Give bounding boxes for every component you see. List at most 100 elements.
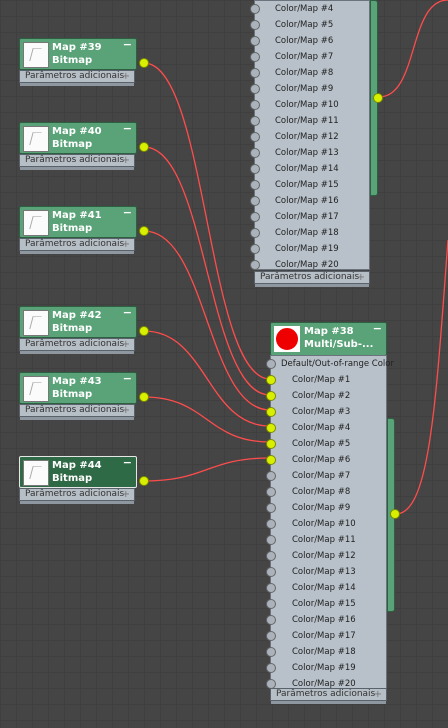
input-socket[interactable]: [250, 164, 260, 174]
additional-params-rollout[interactable]: Parâmetros adicionais +: [19, 488, 135, 504]
slot-row[interactable]: Color/Map #4: [250, 1, 369, 17]
multi-sub-map-node-partial[interactable]: Color/Map #4 Color/Map #5 Color/Map #6 Colo…: [250, 0, 384, 295]
minus-icon[interactable]: −: [123, 307, 132, 318]
slot-row[interactable]: Color/Map #13: [266, 564, 386, 580]
additional-params-rollout[interactable]: Parâmetros adicionais +: [19, 154, 135, 170]
output-socket[interactable]: [373, 93, 383, 103]
node-header[interactable]: Map #43 Bitmap −: [19, 372, 137, 404]
slot-row[interactable]: Color/Map #9: [250, 81, 369, 97]
slot-row[interactable]: Color/Map #18: [250, 225, 369, 241]
slot-row[interactable]: Color/Map #7: [266, 468, 386, 484]
input-socket[interactable]: [266, 503, 276, 513]
output-socket[interactable]: [139, 142, 149, 152]
input-socket[interactable]: [250, 52, 260, 62]
slot-row[interactable]: Color/Map #15: [266, 596, 386, 612]
minus-icon[interactable]: −: [123, 39, 132, 50]
input-socket[interactable]: [250, 212, 260, 222]
additional-params-rollout[interactable]: Parâmetros adicionais +: [19, 404, 135, 420]
input-socket[interactable]: [250, 68, 260, 78]
input-socket[interactable]: [266, 407, 276, 417]
slot-row[interactable]: Color/Map #8: [250, 65, 369, 81]
input-socket[interactable]: [266, 391, 276, 401]
input-socket[interactable]: [250, 20, 260, 30]
input-socket[interactable]: [266, 423, 276, 433]
output-socket[interactable]: [390, 509, 400, 519]
slot-row[interactable]: Color/Map #4: [266, 420, 386, 436]
bitmap-node[interactable]: Map #41 Bitmap − Parâmetros adicionais +: [19, 206, 149, 258]
input-socket[interactable]: [266, 471, 276, 481]
input-socket[interactable]: [266, 519, 276, 529]
slot-row[interactable]: Color/Map #6: [250, 33, 369, 49]
additional-params-rollout[interactable]: Parâmetros adicionais +: [19, 238, 135, 254]
output-socket[interactable]: [139, 326, 149, 336]
slot-row[interactable]: Color/Map #14: [250, 161, 369, 177]
plus-icon[interactable]: +: [122, 339, 130, 350]
slot-row[interactable]: Color/Map #3: [266, 404, 386, 420]
slot-row[interactable]: Color/Map #15: [250, 177, 369, 193]
input-socket[interactable]: [250, 132, 260, 142]
slot-row[interactable]: Color/Map #18: [266, 644, 386, 660]
minus-icon[interactable]: −: [123, 373, 132, 384]
input-socket[interactable]: [266, 455, 276, 465]
slot-row[interactable]: Color/Map #16: [266, 612, 386, 628]
node-header[interactable]: Map #40 Bitmap −: [19, 122, 137, 154]
bitmap-node[interactable]: Map #42 Bitmap − Parâmetros adicionais +: [19, 306, 149, 358]
slot-row[interactable]: Color/Map #5: [266, 436, 386, 452]
input-socket[interactable]: [250, 116, 260, 126]
input-socket[interactable]: [250, 36, 260, 46]
output-socket[interactable]: [139, 58, 149, 68]
node-header[interactable]: Map #41 Bitmap −: [19, 206, 137, 238]
slot-row[interactable]: Color/Map #9: [266, 500, 386, 516]
input-socket[interactable]: [266, 583, 276, 593]
bitmap-node[interactable]: Map #44 Bitmap − Parâmetros adicionais +: [19, 456, 149, 508]
input-socket[interactable]: [250, 180, 260, 190]
slot-row[interactable]: Color/Map #19: [266, 660, 386, 676]
node-header[interactable]: Map #44 Bitmap −: [19, 456, 137, 488]
input-socket[interactable]: [266, 615, 276, 625]
additional-params-rollout[interactable]: Parâmetros adicionais +: [254, 271, 370, 287]
input-socket[interactable]: [266, 375, 276, 385]
input-socket[interactable]: [266, 439, 276, 449]
slot-row[interactable]: Color/Map #11: [250, 113, 369, 129]
plus-icon[interactable]: +: [374, 689, 382, 700]
slot-row[interactable]: Color/Map #7: [250, 49, 369, 65]
slot-row[interactable]: Color/Map #12: [250, 129, 369, 145]
input-socket[interactable]: [266, 631, 276, 641]
input-socket[interactable]: [250, 100, 260, 110]
bitmap-node[interactable]: Map #39 Bitmap − Parâmetros adicionais +: [19, 38, 149, 90]
output-socket[interactable]: [139, 476, 149, 486]
input-socket[interactable]: [250, 84, 260, 94]
input-socket[interactable]: [266, 567, 276, 577]
plus-icon[interactable]: +: [122, 71, 130, 82]
slot-row[interactable]: Color/Map #11: [266, 532, 386, 548]
node-header[interactable]: Map #39 Bitmap −: [19, 38, 137, 70]
slot-row[interactable]: Color/Map #16: [250, 193, 369, 209]
slot-row[interactable]: Color/Map #17: [250, 209, 369, 225]
default-slot-row[interactable]: Default/Out-of-range Color: [266, 356, 394, 372]
input-socket[interactable]: [250, 260, 260, 270]
input-socket[interactable]: [250, 4, 260, 14]
slot-row[interactable]: Color/Map #2: [266, 388, 386, 404]
plus-icon[interactable]: +: [357, 272, 365, 283]
additional-params-rollout[interactable]: Parâmetros adicionais +: [19, 70, 135, 86]
slot-row[interactable]: Color/Map #10: [250, 97, 369, 113]
slot-row[interactable]: Color/Map #19: [250, 241, 369, 257]
minus-icon[interactable]: −: [373, 323, 382, 334]
minus-icon[interactable]: −: [123, 207, 132, 218]
input-socket[interactable]: [266, 551, 276, 561]
input-socket[interactable]: [250, 148, 260, 158]
slot-row[interactable]: Color/Map #10: [266, 516, 386, 532]
bitmap-node[interactable]: Map #40 Bitmap − Parâmetros adicionais +: [19, 122, 149, 174]
slot-row[interactable]: Color/Map #8: [266, 484, 386, 500]
node-header[interactable]: Map #38 Multi/Sub-... −: [270, 322, 387, 356]
input-socket[interactable]: [266, 647, 276, 657]
slot-row[interactable]: Color/Map #5: [250, 17, 369, 33]
input-socket[interactable]: [266, 535, 276, 545]
additional-params-rollout[interactable]: Parâmetros adicionais +: [19, 338, 135, 354]
multi-sub-map-node[interactable]: Map #38 Multi/Sub-... − Default/Out-of-rang…: [266, 322, 400, 728]
bitmap-node[interactable]: Map #43 Bitmap − Parâmetros adicionais +: [19, 372, 149, 424]
slot-row[interactable]: Color/Map #17: [266, 628, 386, 644]
slot-row[interactable]: Color/Map #1: [266, 372, 386, 388]
input-socket[interactable]: [266, 487, 276, 497]
input-socket[interactable]: [266, 359, 276, 369]
